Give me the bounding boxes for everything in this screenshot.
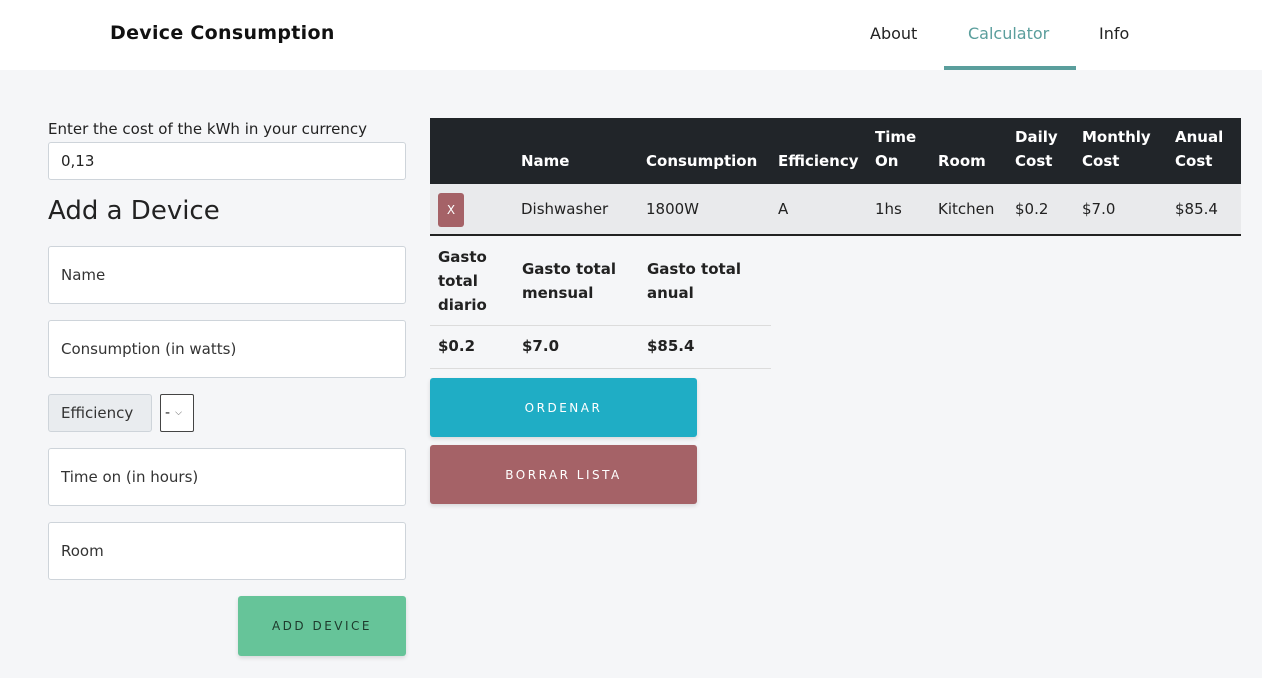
add-device-title: Add a Device bbox=[48, 196, 220, 226]
col-header-name: Name bbox=[521, 152, 570, 170]
col-header-efficiency: Efficiency bbox=[778, 152, 859, 170]
kwh-cost-input[interactable] bbox=[48, 142, 406, 180]
cell-annual-cost: $85.4 bbox=[1175, 200, 1218, 218]
col-header-annual-line2: Cost bbox=[1175, 152, 1213, 170]
navbar: Device Consumption About Calculator Info bbox=[0, 0, 1262, 70]
nav-info[interactable]: Info bbox=[1099, 24, 1129, 43]
total-monthly-header-line2: mensual bbox=[522, 284, 594, 302]
col-header-time-on: Time On bbox=[875, 125, 916, 173]
total-annual-header: Gasto total anual bbox=[647, 257, 741, 305]
total-daily-header-line1: Gasto bbox=[438, 248, 487, 266]
col-header-consumption: Consumption bbox=[646, 152, 758, 170]
brand-title[interactable]: Device Consumption bbox=[110, 22, 335, 44]
col-header-monthly-line2: Cost bbox=[1082, 152, 1120, 170]
cell-monthly-cost: $7.0 bbox=[1082, 200, 1116, 218]
clear-list-button[interactable]: BORRAR LISTA bbox=[430, 445, 697, 504]
cell-time-on: 1hs bbox=[875, 200, 902, 218]
total-monthly-header-line1: Gasto total bbox=[522, 260, 616, 278]
delete-row-button[interactable]: X bbox=[438, 193, 464, 227]
table-row: X Dishwasher 1800W A 1hs Kitchen $0.2 $7… bbox=[430, 184, 1241, 236]
cell-daily-cost: $0.2 bbox=[1015, 200, 1049, 218]
consumption-input[interactable] bbox=[48, 320, 406, 378]
total-monthly-header: Gasto total mensual bbox=[522, 257, 616, 305]
device-name-input[interactable] bbox=[48, 246, 406, 304]
col-header-daily-cost: Daily Cost bbox=[1015, 125, 1058, 173]
total-annual-header-line1: Gasto total bbox=[647, 260, 741, 278]
nav-about[interactable]: About bbox=[870, 24, 917, 43]
cell-room: Kitchen bbox=[938, 200, 995, 218]
col-header-daily-line2: Cost bbox=[1015, 152, 1053, 170]
col-header-daily-line1: Daily bbox=[1015, 128, 1058, 146]
order-button[interactable]: ORDENAR bbox=[430, 378, 697, 437]
total-monthly-value: $7.0 bbox=[522, 337, 560, 355]
col-header-time-on-line2: On bbox=[875, 152, 899, 170]
col-header-monthly-line1: Monthly bbox=[1082, 128, 1151, 146]
total-daily-header-line2: total bbox=[438, 272, 478, 290]
time-on-input[interactable] bbox=[48, 448, 406, 506]
col-header-annual-cost: Anual Cost bbox=[1175, 125, 1223, 173]
total-daily-header: Gasto total diario bbox=[438, 245, 487, 317]
active-tab-indicator bbox=[944, 66, 1076, 70]
add-device-button[interactable]: ADD DEVICE bbox=[238, 596, 406, 656]
kwh-cost-label: Enter the cost of the kWh in your curren… bbox=[48, 120, 367, 138]
col-header-monthly-cost: Monthly Cost bbox=[1082, 125, 1151, 173]
col-header-time-on-line1: Time bbox=[875, 128, 917, 146]
efficiency-selected-value: - bbox=[165, 405, 171, 421]
efficiency-select[interactable]: - ⌵ bbox=[160, 394, 194, 432]
chevron-down-icon: ⌵ bbox=[175, 408, 182, 418]
room-input[interactable] bbox=[48, 522, 406, 580]
col-header-annual-line1: Anual bbox=[1175, 128, 1224, 146]
total-annual-header-line2: anual bbox=[647, 284, 694, 302]
col-header-room: Room bbox=[938, 152, 986, 170]
totals-divider bbox=[430, 325, 771, 326]
total-daily-header-line3: diario bbox=[438, 296, 487, 314]
total-annual-value: $85.4 bbox=[647, 337, 695, 355]
nav-calculator[interactable]: Calculator bbox=[968, 24, 1049, 43]
devices-table-header: Name Consumption Efficiency Time On Room… bbox=[430, 118, 1241, 184]
cell-consumption: 1800W bbox=[646, 200, 700, 218]
efficiency-label: Efficiency bbox=[48, 394, 152, 432]
totals-bottom-divider bbox=[430, 368, 771, 369]
cell-name: Dishwasher bbox=[521, 200, 609, 218]
cell-efficiency: A bbox=[778, 200, 789, 218]
total-daily-value: $0.2 bbox=[438, 337, 476, 355]
